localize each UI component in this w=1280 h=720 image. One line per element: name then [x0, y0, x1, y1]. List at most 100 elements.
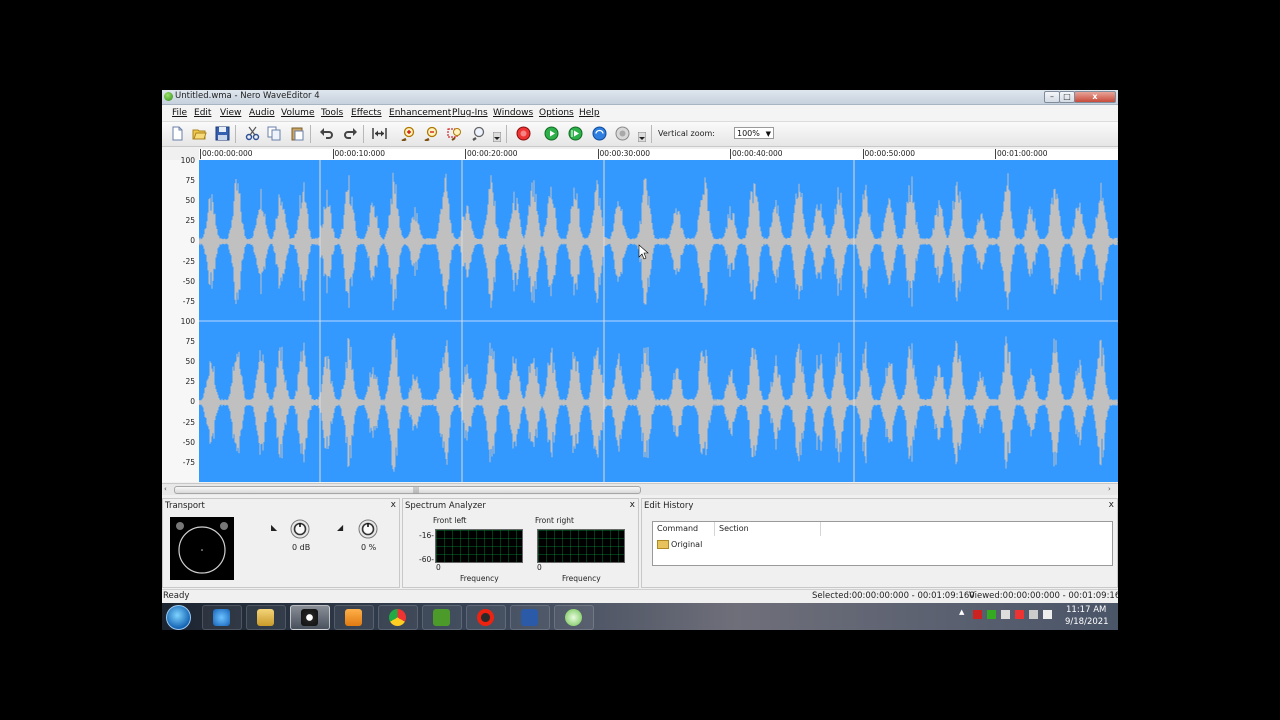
scrollbar-thumb[interactable]: ||| — [174, 486, 641, 494]
history-row[interactable]: Original — [657, 540, 702, 549]
taskbar-media-player[interactable] — [334, 605, 374, 630]
time-tick-label: 00:00:50:000 — [864, 149, 916, 158]
menu-plugins[interactable]: Plug-Ins — [452, 108, 488, 118]
zoom-in-icon[interactable] — [400, 126, 415, 141]
viewed-range: Viewed:00:00:00:000 - 00:01:09:160 — [969, 591, 1118, 601]
db-bottom-label: -60- — [419, 555, 434, 564]
scroll-left-icon[interactable]: ‹ — [164, 485, 167, 493]
history-row-command: Original — [671, 540, 703, 549]
menu-tools[interactable]: Tools — [321, 108, 343, 118]
device-icon[interactable] — [1001, 610, 1010, 619]
history-list[interactable]: Command Section Original — [652, 521, 1113, 566]
maximize-button[interactable]: □ — [1059, 91, 1075, 103]
taskbar-file-explorer[interactable] — [246, 605, 286, 630]
taskbar-nero-waveeditor[interactable] — [290, 605, 330, 630]
history-close-button[interactable]: x — [1109, 500, 1114, 510]
start-button[interactable] — [166, 605, 191, 630]
waveform-view[interactable] — [199, 160, 1118, 482]
record-icon[interactable] — [516, 126, 531, 141]
loop-icon[interactable] — [592, 126, 607, 141]
security-icon[interactable] — [1015, 610, 1024, 619]
menu-audio[interactable]: Audio — [249, 108, 275, 118]
clock-date[interactable]: 9/18/2021 — [1065, 617, 1109, 627]
network-icon[interactable] — [1029, 610, 1038, 619]
taskbar-opera[interactable] — [466, 605, 506, 630]
menu-options[interactable]: Options — [539, 108, 574, 118]
toolbar-separator — [363, 125, 364, 143]
toolbar: Vertical zoom: 100% ▼ — [162, 122, 1118, 147]
status-text: Ready — [163, 591, 190, 601]
spectrum-close-button[interactable]: x — [630, 500, 635, 510]
copy-icon[interactable] — [267, 126, 282, 141]
amplitude-tick-label: -50 — [182, 437, 195, 447]
clock-time[interactable]: 11:17 AM — [1066, 605, 1106, 615]
taskbar-internet-explorer[interactable] — [202, 605, 242, 630]
play-selection-icon[interactable] — [568, 126, 583, 141]
amplitude-tick-label: 75 — [185, 176, 195, 186]
redo-icon[interactable] — [343, 126, 358, 141]
show-hidden-icons-icon[interactable]: ▲ — [959, 608, 968, 617]
horizontal-scrollbar[interactable]: ‹ ||| › — [162, 483, 1118, 495]
taskbar-chrome[interactable] — [378, 605, 418, 630]
waveform-canvas[interactable] — [199, 160, 1118, 482]
scroll-right-icon[interactable]: › — [1108, 485, 1111, 493]
menu-view[interactable]: View — [220, 108, 241, 118]
balance-knob[interactable] — [358, 519, 378, 539]
time-tick — [465, 149, 466, 159]
taskbar-facebook[interactable] — [510, 605, 550, 630]
stop-icon[interactable] — [615, 126, 630, 141]
time-tick — [332, 149, 334, 159]
cut-icon[interactable] — [245, 126, 260, 141]
new-file-icon[interactable] — [170, 126, 185, 141]
menu-file[interactable]: File — [172, 108, 187, 118]
fit-width-icon[interactable] — [372, 126, 387, 141]
volume-tray-icon[interactable] — [1043, 610, 1052, 619]
flag-icon[interactable] — [973, 610, 982, 619]
time-tick — [862, 149, 864, 159]
taskbar-utorrent[interactable] — [422, 605, 462, 630]
zoom-dropdown-icon[interactable] — [492, 131, 502, 143]
menu-help[interactable]: Help — [579, 108, 600, 118]
close-button[interactable]: x — [1074, 91, 1116, 103]
zoom-full-icon[interactable] — [471, 126, 486, 141]
taskbar-nero-launcher[interactable] — [554, 605, 594, 630]
zoom-out-icon[interactable] — [423, 126, 438, 141]
edit-history-panel: Edit History x Command Section Original — [641, 498, 1118, 588]
menu-enhancement[interactable]: Enhancement — [389, 108, 451, 118]
menu-volume[interactable]: Volume — [281, 108, 314, 118]
history-title: Edit History — [644, 501, 694, 511]
paste-icon[interactable] — [290, 126, 305, 141]
front-left-label: Front left — [433, 516, 467, 525]
utorrent-tray-icon[interactable] — [987, 610, 996, 619]
chrome-icon — [389, 609, 406, 626]
amplitude-tick-label: 0 — [190, 236, 195, 246]
time-tick — [730, 149, 731, 159]
time-tick-label: 00:00:40:000 — [732, 149, 783, 158]
frequency-left-label: Frequency — [460, 574, 499, 583]
amplitude-axis: 100 75 50 25 0 -25 -50 -75 100 75 50 25 0 -25 -50 -75 — [162, 156, 199, 482]
vertical-zoom-label: Vertical zoom: — [658, 129, 715, 138]
time-tick-label: 00:00:30:000 — [599, 149, 651, 158]
taskbar: ▲ 11:17 AM 9/18/2021 — [162, 603, 1118, 630]
open-folder-icon[interactable] — [192, 126, 207, 141]
column-header-section[interactable]: Section — [715, 522, 821, 536]
menu-edit[interactable]: Edit — [194, 108, 211, 118]
menu-windows[interactable]: Windows — [493, 108, 533, 118]
save-icon[interactable] — [215, 126, 230, 141]
time-tick-label: 00:01:00:000 — [997, 149, 1048, 158]
toolbar-separator — [310, 125, 311, 143]
transport-close-button[interactable]: x — [391, 500, 396, 510]
media-player-icon — [345, 609, 362, 626]
balance-icon: ◢ — [337, 523, 344, 532]
minimize-button[interactable]: – — [1044, 91, 1060, 103]
zoom-selection-icon[interactable] — [447, 126, 462, 141]
transport-dropdown-icon[interactable] — [637, 131, 647, 143]
menu-effects[interactable]: Effects — [351, 108, 382, 118]
volume-knob[interactable] — [290, 519, 310, 539]
vertical-zoom-select[interactable]: 100% ▼ — [734, 127, 774, 139]
toolbar-separator — [651, 125, 652, 143]
undo-icon[interactable] — [319, 126, 334, 141]
play-icon[interactable] — [544, 126, 559, 141]
column-header-command[interactable]: Command — [653, 522, 715, 536]
title-bar[interactable]: Untitled.wma - Nero WaveEditor 4 – □ x — [162, 90, 1118, 105]
